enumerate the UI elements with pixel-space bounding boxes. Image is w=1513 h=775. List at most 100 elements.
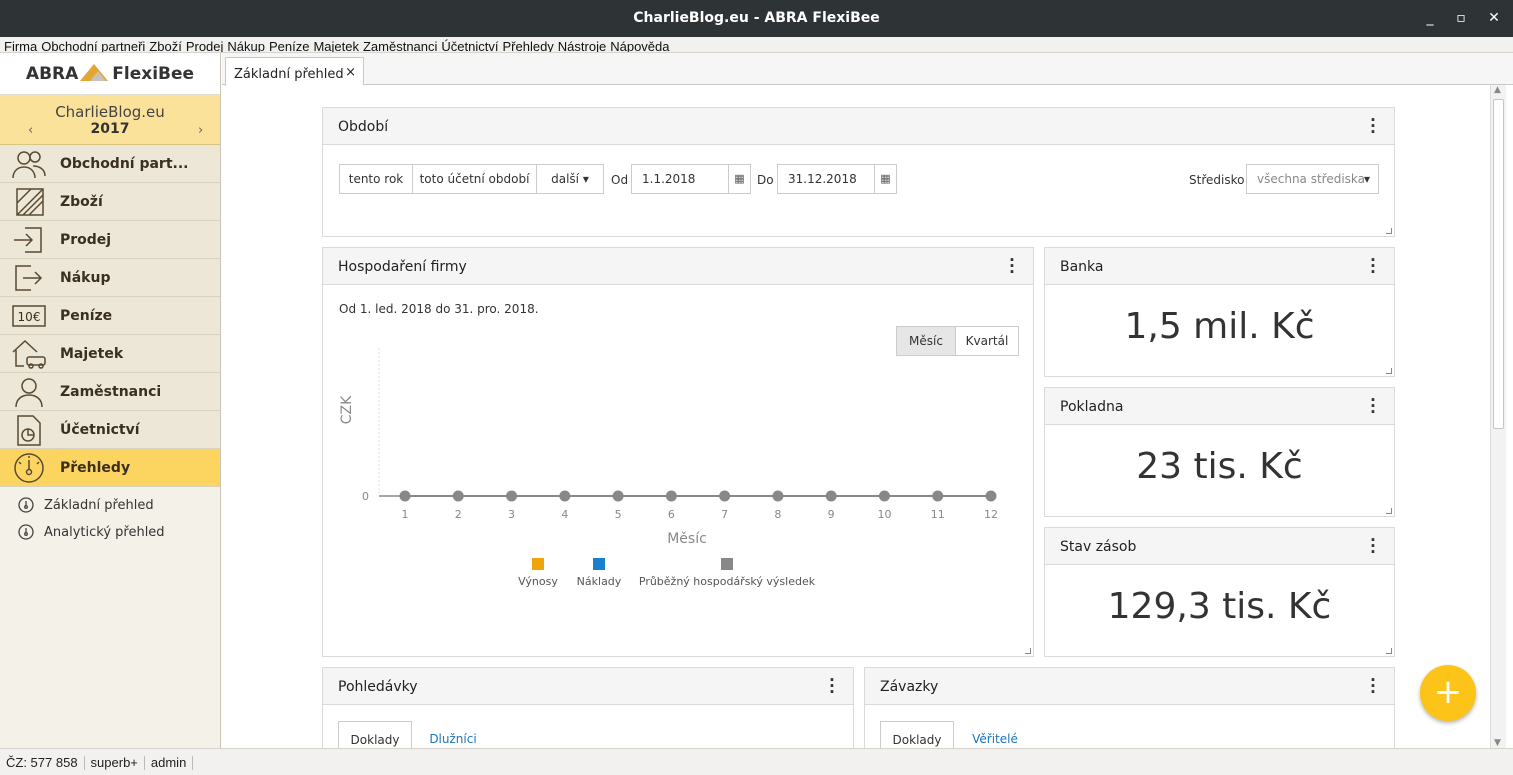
gauge-icon bbox=[18, 497, 34, 513]
from-label: Od bbox=[611, 173, 629, 187]
sidebar-subitem-zakladni-prehled[interactable]: Základní přehled bbox=[0, 491, 220, 518]
close-tab-icon[interactable]: × bbox=[345, 65, 356, 80]
panel-title: Banka bbox=[1060, 259, 1104, 275]
purchase-icon bbox=[15, 265, 43, 291]
date-to-value: 31.12.2018 bbox=[788, 172, 857, 186]
x-tick-label: 7 bbox=[721, 508, 728, 521]
menu-ucetnictvi[interactable]: Účetnictví bbox=[441, 37, 498, 52]
panel-header: Stav zásob · · · bbox=[1045, 528, 1394, 565]
sidebar-item-ucetnictvi[interactable]: Účetnictví bbox=[0, 411, 220, 449]
tab-veritele[interactable]: Věřitelé bbox=[963, 721, 1027, 748]
menu-prehledy[interactable]: Přehledy bbox=[502, 37, 553, 52]
more-dropdown-button[interactable]: další ▾ bbox=[536, 164, 604, 194]
this-year-button[interactable]: tento rok bbox=[339, 164, 413, 194]
date-from-input[interactable]: 1.1.2018 ▦ bbox=[631, 164, 751, 194]
tab-doklady[interactable]: Doklady bbox=[880, 721, 954, 748]
sidebar-item-majetek[interactable]: Majetek bbox=[0, 335, 220, 373]
more-vert-icon[interactable]: · · · bbox=[1370, 253, 1376, 280]
scrollbar-thumb[interactable] bbox=[1493, 99, 1504, 429]
data-point bbox=[719, 490, 731, 502]
accounting-icon bbox=[17, 415, 41, 446]
add-fab-button[interactable]: + bbox=[1420, 665, 1476, 721]
panel-title: Závazky bbox=[880, 679, 939, 695]
menu-penize[interactable]: Peníze bbox=[269, 37, 309, 52]
resize-handle[interactable] bbox=[1386, 228, 1392, 234]
panel-header: Pokladna · · · bbox=[1045, 388, 1394, 425]
data-point bbox=[772, 490, 784, 502]
calendar-icon[interactable]: ▦ bbox=[728, 165, 750, 193]
legend-swatch bbox=[532, 558, 544, 570]
property-icon bbox=[12, 339, 46, 369]
panel-header: Pohledávky · · · bbox=[323, 668, 853, 705]
pokladna-panel: Pokladna · · · 23 tis. Kč bbox=[1044, 387, 1395, 517]
legend-label: Průběžný hospodářský výsledek bbox=[639, 575, 816, 588]
more-vert-icon[interactable]: · · · bbox=[1370, 393, 1376, 420]
legend-swatch bbox=[593, 558, 605, 570]
tab-doklady[interactable]: Doklady bbox=[338, 721, 412, 748]
dashboard-gauge-icon bbox=[14, 453, 44, 483]
sidebar-item-label: Přehledy bbox=[60, 460, 131, 476]
x-tick-label: 10 bbox=[877, 508, 891, 521]
tab-dluznici[interactable]: Dlužníci bbox=[421, 721, 485, 748]
menu-nastroje[interactable]: Nástroje bbox=[558, 37, 606, 52]
more-vert-icon[interactable]: · · · bbox=[1370, 113, 1376, 140]
more-vert-icon[interactable]: · · · bbox=[1009, 253, 1015, 280]
to-label: Do bbox=[757, 173, 774, 187]
more-vert-icon[interactable]: · · · bbox=[1370, 533, 1376, 560]
date-range-text: Od 1. led. 2018 do 31. pro. 2018. bbox=[339, 302, 539, 316]
panel-header: Hospodaření firmy · · · bbox=[323, 248, 1033, 285]
maximize-icon[interactable]: ▫ bbox=[1451, 9, 1471, 27]
more-vert-icon[interactable]: · · · bbox=[1370, 673, 1376, 700]
scroll-down-icon[interactable]: ▼ bbox=[1494, 738, 1501, 748]
resize-handle[interactable] bbox=[1386, 648, 1392, 654]
data-point bbox=[559, 490, 571, 502]
menu-zbozi[interactable]: Zboží bbox=[149, 37, 182, 52]
resize-handle[interactable] bbox=[1386, 368, 1392, 374]
sidebar-item-zamestnanci[interactable]: Zaměstnanci bbox=[0, 373, 220, 411]
sidebar-subitem-label: Analytický přehled bbox=[44, 525, 165, 540]
more-label: další bbox=[551, 172, 580, 186]
sidebar-item-obchodni-partneri[interactable]: Obchodní part... bbox=[0, 145, 220, 183]
pohledavky-panel: Pohledávky · · · Doklady Dlužníci bbox=[322, 667, 854, 748]
y-axis-label: CZK bbox=[339, 395, 355, 424]
app-logo: ABRA FlexiBee bbox=[0, 53, 220, 95]
panel-title: Období bbox=[338, 119, 389, 135]
resize-handle[interactable] bbox=[1386, 508, 1392, 514]
calendar-icon[interactable]: ▦ bbox=[874, 165, 896, 193]
window-titlebar: CharlieBlog.eu - ABRA FlexiBee _ ▫ ✕ bbox=[0, 0, 1513, 37]
sidebar-item-zbozi[interactable]: Zboží bbox=[0, 183, 220, 221]
sidebar-subitem-analyticky-prehled[interactable]: Analytický přehled bbox=[0, 518, 220, 545]
menu-majetek[interactable]: Majetek bbox=[313, 37, 359, 52]
menu-nakup[interactable]: Nákup bbox=[227, 37, 265, 52]
menu-zamestnanci[interactable]: Zaměstnanci bbox=[363, 37, 437, 52]
minimize-icon[interactable]: _ bbox=[1420, 9, 1440, 27]
data-point bbox=[878, 490, 890, 502]
chart: 0CZK1 2 3 4 5 6 7 8 9 10 11 12MěsícVýnosy Náklady Prů… bbox=[339, 348, 998, 588]
resize-handle[interactable] bbox=[1025, 648, 1031, 654]
sidebar-item-label: Majetek bbox=[60, 346, 124, 362]
panel-header: Období · · · bbox=[323, 108, 1394, 145]
banka-value: 1,5 mil. Kč bbox=[1124, 306, 1315, 347]
sidebar-item-label: Zboží bbox=[60, 194, 103, 210]
menu-firma[interactable]: Firma bbox=[4, 37, 37, 52]
close-icon[interactable]: ✕ bbox=[1484, 9, 1504, 27]
scroll-up-icon[interactable]: ▲ bbox=[1494, 85, 1501, 95]
menu-obchodni-partneri[interactable]: Obchodní partneři bbox=[41, 37, 145, 52]
this-period-button[interactable]: toto účetní období bbox=[412, 164, 537, 194]
date-to-input[interactable]: 31.12.2018 ▦ bbox=[777, 164, 897, 194]
prev-year-icon[interactable]: ‹ bbox=[28, 123, 33, 138]
tab-zakladni-prehled[interactable]: Základní přehled × bbox=[225, 57, 364, 86]
menu-napoveda[interactable]: Nápověda bbox=[610, 37, 669, 52]
more-vert-icon[interactable]: · · · bbox=[829, 673, 835, 700]
menu-prodej[interactable]: Prodej bbox=[186, 37, 224, 52]
sidebar-item-prodej[interactable]: Prodej bbox=[0, 221, 220, 259]
company-selector[interactable]: CharlieBlog.eu 2017 ‹ › bbox=[0, 95, 220, 145]
sidebar-item-prehledy[interactable]: Přehledy bbox=[0, 449, 220, 487]
vertical-scrollbar[interactable]: ▲ ▼ bbox=[1490, 85, 1506, 748]
next-year-icon[interactable]: › bbox=[198, 123, 203, 138]
sidebar-item-nakup[interactable]: Nákup bbox=[0, 259, 220, 297]
logo-text-abra: ABRA bbox=[25, 64, 79, 84]
sidebar-item-penize[interactable]: 10€ Peníze bbox=[0, 297, 220, 335]
company-name: CharlieBlog.eu bbox=[55, 103, 165, 121]
center-select[interactable]: všechna střediska ▾ bbox=[1246, 164, 1379, 194]
